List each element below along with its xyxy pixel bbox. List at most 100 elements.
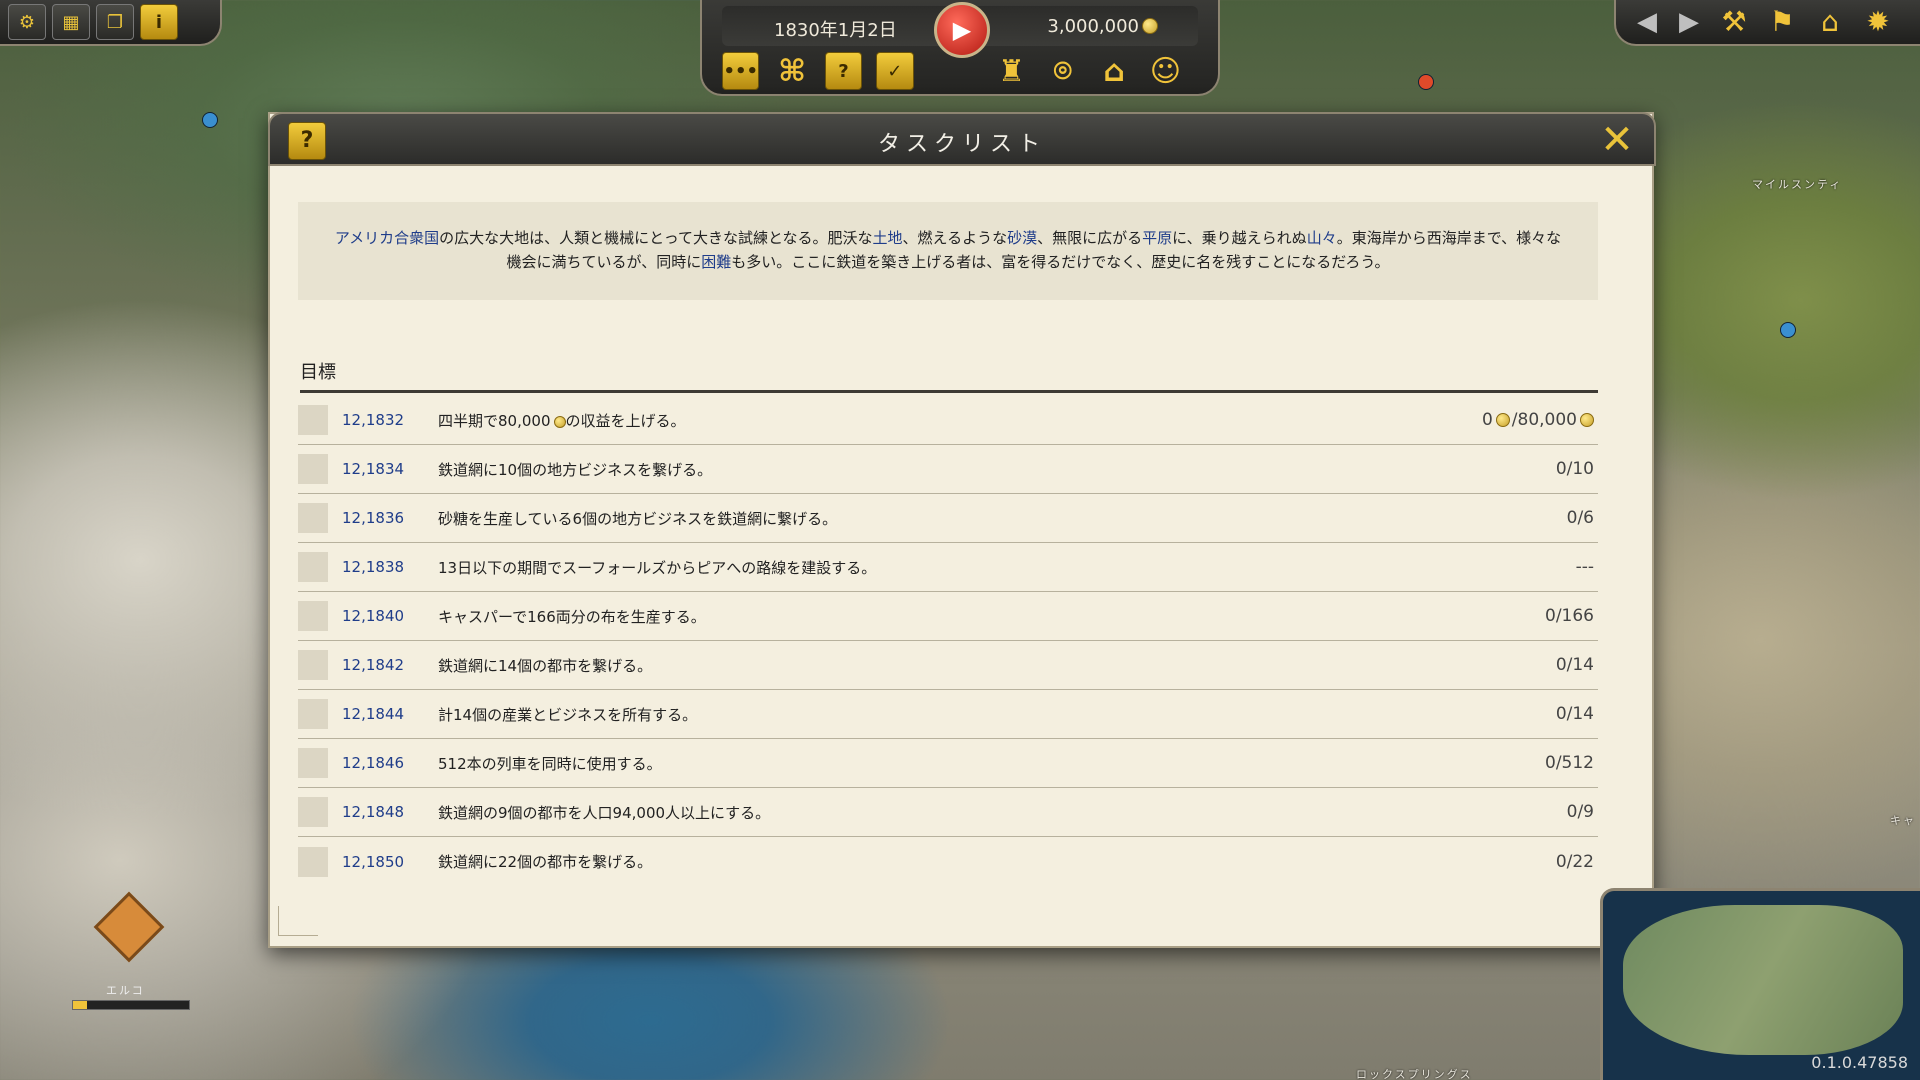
speedometer-icon[interactable]: ⌾: [1044, 52, 1081, 90]
task-progress: 0/14: [1555, 704, 1594, 724]
intro-text: も多い。ここに鉄道を築き上げる者は、富を得るだけでなく、歴史に名を残すことになる…: [731, 253, 1390, 271]
intro-link: 土地: [872, 229, 903, 247]
top-hud: 1830年1月2日 3,000,000 ▶ ••• ⌘ ? ✓ ♜ ⌾ ⌂ ☺: [700, 0, 1220, 96]
more-icon[interactable]: •••: [722, 52, 760, 90]
task-description: 四半期で80,000 の収益を上げる。: [438, 411, 686, 430]
play-button[interactable]: ▶: [934, 2, 990, 58]
map-city-label: キャ: [1890, 814, 1916, 827]
task-row[interactable]: 12,1832 四半期で80,000 の収益を上げる。 0/80,000: [298, 396, 1598, 445]
task-checkbox: [298, 846, 328, 877]
coin-icon: [553, 415, 566, 428]
task-progress: 0/6: [1566, 508, 1594, 528]
task-row[interactable]: 12,1840 キャスパーで166両分の布を生産する。 0/166: [298, 592, 1598, 641]
map-marker[interactable]: [202, 112, 218, 128]
task-row[interactable]: 12,1838 13日以下の期間でスーフォールズからピアへの路線を建設する。 -…: [298, 543, 1598, 592]
intro-link: 山々: [1306, 229, 1337, 247]
coin-icon: [1495, 413, 1510, 427]
task-row[interactable]: 12,1846 512本の列車を同時に使用する。 0/512: [298, 739, 1598, 788]
task-description: 鉄道網に14個の都市を繋げる。: [438, 656, 653, 675]
task-deadline: 12,1836: [342, 509, 405, 527]
task-progress: ---: [1575, 557, 1594, 577]
task-description: キャスパーで166両分の布を生産する。: [438, 607, 706, 626]
people-icon[interactable]: ☺: [1147, 52, 1184, 90]
close-button[interactable]: ✕: [1596, 120, 1638, 162]
top-right-toolbar: ◀ ▶ ⚒ ⚑ ⌂ ✹: [1614, 0, 1920, 46]
task-list: 12,1832 四半期で80,000 の収益を上げる。 0/80,000 12,1…: [298, 396, 1598, 886]
task-checkbox: [298, 454, 328, 484]
task-description: 鉄道網に22個の都市を繋げる。: [438, 853, 653, 871]
task-deadline: 12,1832: [342, 411, 405, 429]
money-display: 3,000,000: [1047, 16, 1158, 37]
map-city-label: マイルスンティ: [1752, 178, 1843, 191]
task-deadline: 12,1844: [342, 705, 405, 723]
task-list-dialog: ? タスクリスト ✕ アメリカ合衆国の広大な大地は、人類と機械にとって大きな試練…: [268, 112, 1656, 948]
intro-link: 困難: [701, 253, 732, 271]
minimap[interactable]: 0.1.0.47858: [1600, 888, 1920, 1080]
top-left-toolbar: ⚙ ▦ ❐ i: [0, 0, 222, 46]
intro-link: 砂漠: [1007, 229, 1038, 247]
task-row[interactable]: 12,1844 計14個の産業とビジネスを所有する。 0/14: [298, 690, 1598, 739]
task-checkbox: [298, 650, 328, 680]
task-description: 計14個の産業とビジネスを所有する。: [438, 705, 698, 724]
decorative-corner: [278, 906, 318, 936]
intro-text: に、乗り越えられぬ: [1172, 229, 1307, 247]
hierarchy-icon[interactable]: ⌘: [773, 52, 810, 90]
coin-icon: [1580, 413, 1594, 427]
task-checkbox: [298, 405, 328, 435]
info-icon[interactable]: i: [140, 4, 178, 40]
settings-icon[interactable]: ✹: [1858, 4, 1898, 40]
tasks-icon[interactable]: ✓: [876, 52, 914, 90]
task-progress: 0/10: [1555, 459, 1594, 479]
task-description: 砂糖を生産している6個の地方ビジネスを鉄道網に繋げる。: [438, 509, 838, 528]
factory-icon[interactable]: ⌂: [1810, 4, 1850, 40]
task-checkbox: [298, 552, 328, 582]
task-row[interactable]: 12,1842 鉄道網に14個の都市を繋げる。 0/14: [298, 641, 1598, 690]
task-progress: 0/22: [1555, 851, 1594, 872]
intro-text: の広大な大地は、人類と機械にとって大きな試練となる。肥沃な: [439, 229, 873, 247]
task-deadline: 12,1838: [342, 558, 405, 576]
task-deadline: 12,1840: [342, 607, 405, 625]
task-progress: 0/166: [1545, 606, 1594, 626]
city-badge-label: エルコ: [106, 984, 145, 997]
map-marker[interactable]: [1418, 74, 1434, 90]
task-row[interactable]: 12,1836 砂糖を生産している6個の地方ビジネスを鉄道網に繋げる。 0/6: [298, 494, 1598, 543]
task-row[interactable]: 12,1848 鉄道網の9個の都市を人口94,000人以上にする。 0/9: [298, 788, 1598, 837]
task-progress: 0/80,000: [1482, 410, 1598, 430]
task-deadline: 12,1834: [342, 460, 405, 478]
station-icon[interactable]: ⌂: [1095, 52, 1132, 90]
dialog-title: タスクリスト: [877, 132, 1046, 157]
dialog-header: ? タスクリスト ✕: [268, 112, 1656, 166]
task-row[interactable]: 12,1834 鉄道網に10個の地方ビジネスを繋げる。 0/10: [298, 445, 1598, 494]
tophat-icon[interactable]: ♜: [993, 52, 1030, 90]
minimap-land: [1623, 905, 1903, 1055]
task-progress: 0/9: [1566, 802, 1594, 822]
gear-icon[interactable]: ⚙: [8, 4, 46, 40]
task-deadline: 12,1846: [342, 754, 405, 772]
task-checkbox: [298, 503, 328, 533]
task-checkbox: [298, 601, 328, 631]
map-marker[interactable]: [1780, 322, 1796, 338]
task-description: 13日以下の期間でスーフォールズからピアへの路線を建設する。: [438, 558, 877, 577]
build-icon[interactable]: ⚒: [1714, 4, 1754, 40]
signal-icon[interactable]: ⚑: [1762, 4, 1802, 40]
intro-link: アメリカ合衆国: [334, 229, 440, 247]
layers-icon[interactable]: ❐: [96, 4, 134, 40]
game-date: 1830年1月2日: [774, 20, 897, 41]
grid-icon[interactable]: ▦: [52, 4, 90, 40]
task-deadline: 12,1850: [342, 852, 405, 871]
help-icon[interactable]: ?: [824, 52, 863, 90]
task-description: 鉄道網の9個の都市を人口94,000人以上にする。: [438, 803, 771, 822]
city-badge-icon[interactable]: [93, 891, 165, 963]
task-row[interactable]: 12,1850 鉄道網に22個の都市を繋げる。 0/22: [298, 837, 1598, 886]
back-arrow-icon[interactable]: ◀: [1630, 7, 1664, 37]
task-checkbox: [298, 699, 328, 729]
task-checkbox: [298, 748, 328, 778]
map-city-label: ロックスプリングス: [1356, 1068, 1473, 1080]
city-growth-bar: [72, 1000, 190, 1010]
forward-arrow-icon[interactable]: ▶: [1672, 7, 1706, 37]
intro-text: 、無限に広がる: [1037, 229, 1143, 247]
objectives-header: 目標: [300, 358, 1598, 393]
task-deadline: 12,1848: [342, 803, 405, 821]
task-description: 鉄道網に10個の地方ビジネスを繋げる。: [438, 460, 713, 479]
city-growth-fill: [73, 1001, 87, 1009]
